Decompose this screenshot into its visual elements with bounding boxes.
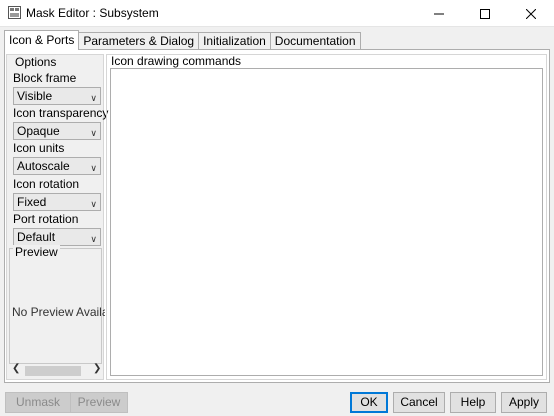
tab-parameters-dialog[interactable]: Parameters & Dialog [78,32,200,50]
chevron-down-icon: ∨ [90,163,97,173]
tab-initialization[interactable]: Initialization [198,32,271,50]
icon-transparency-value: Opaque [17,124,60,138]
icon-rotation-label: Icon rotation [13,177,80,191]
scroll-left-icon[interactable]: ❮ [12,363,20,374]
icon-rotation-select[interactable]: Fixed ∨ [13,193,101,211]
unmask-button[interactable]: Unmask [5,392,71,413]
maximize-icon [480,8,490,19]
cancel-button[interactable]: Cancel [393,392,445,413]
block-frame-value: Visible [17,89,53,103]
tab-strip: Icon & Ports Parameters & Dialog Initial… [4,30,361,50]
minimize-icon [434,13,444,14]
apply-button[interactable]: Apply [501,392,547,413]
preview-title: Preview [13,245,60,259]
ok-button[interactable]: OK [350,392,388,413]
icon-transparency-label: Icon transparency [13,106,109,120]
icon-transparency-select[interactable]: Opaque ∨ [13,122,101,140]
preview-button[interactable]: Preview [70,392,128,413]
scroll-right-icon[interactable]: ❯ [93,363,101,374]
options-heading: Options [15,55,57,69]
maximize-button[interactable] [462,0,508,27]
chevron-down-icon: ∨ [90,234,97,244]
port-rotation-select[interactable]: Default ∨ [13,228,101,246]
icon-units-value: Autoscale [17,159,70,173]
port-rotation-label: Port rotation [13,212,79,226]
title-bar: Mask Editor : Subsystem [0,0,554,27]
close-icon [526,8,536,19]
icon-rotation-value: Fixed [17,195,47,209]
chevron-down-icon: ∨ [90,128,97,138]
port-rotation-value: Default [17,230,56,244]
block-frame-select[interactable]: Visible ∨ [13,87,101,105]
icon-units-label: Icon units [13,141,65,155]
drawing-commands-editor[interactable] [110,68,543,376]
scroll-thumb[interactable] [25,366,81,376]
close-button[interactable] [508,0,554,27]
drawing-commands-title: Icon drawing commands [111,54,242,68]
minimize-button[interactable] [416,0,462,27]
icon-units-select[interactable]: Autoscale ∨ [13,157,101,175]
options-pane: Options Block frame Visible ∨ Icon trans… [6,54,108,380]
chevron-down-icon: ∨ [90,199,97,209]
block-frame-label: Block frame [13,71,77,85]
window-title: Mask Editor : Subsystem [26,6,159,20]
preview-scrollbar[interactable]: ❮ ❯ [9,363,102,377]
help-button[interactable]: Help [450,392,496,413]
simulink-block-icon [8,6,21,19]
chevron-down-icon: ∨ [90,93,97,103]
tab-icon-ports[interactable]: Icon & Ports [4,30,80,50]
preview-text: No Preview Available [12,305,105,319]
tab-documentation[interactable]: Documentation [269,32,361,50]
